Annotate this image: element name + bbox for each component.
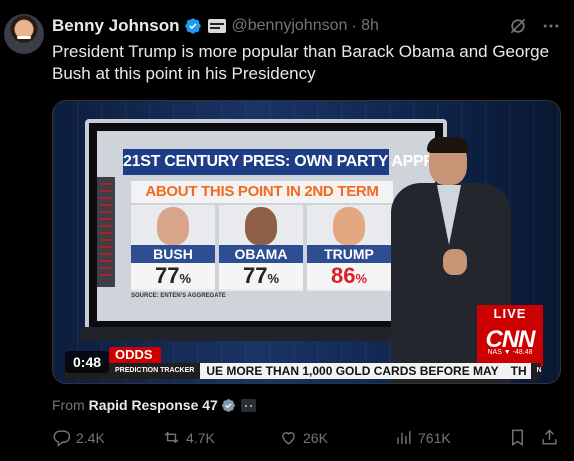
grok-icon[interactable] — [508, 16, 528, 36]
cnn-logo: CNN — [477, 323, 543, 367]
president-name: TRUMP — [307, 245, 391, 263]
avatar[interactable] — [4, 14, 44, 54]
from-attribution: From Rapid Response 47 — [52, 397, 256, 413]
president-panel-trump: TRUMP 86% — [307, 205, 391, 291]
approval-value: 77% — [219, 263, 303, 289]
like-icon — [282, 432, 295, 445]
reply-icon — [53, 430, 71, 447]
obama-photo — [245, 207, 277, 245]
views-icon — [397, 431, 411, 444]
tweet-text: President Trump is more popular than Bar… — [52, 42, 550, 83]
live-badge: LIVE — [477, 305, 543, 323]
more-icon[interactable] — [540, 16, 562, 36]
approval-value: 86% — [307, 263, 391, 289]
screen-sidebar — [97, 177, 115, 287]
screen-stand — [81, 327, 411, 341]
affiliate-badge-icon[interactable] — [240, 398, 256, 412]
screen-title: 21ST CENTURY PRES: OWN PARTY APPROVAL — [123, 149, 435, 175]
from-source-link[interactable]: Rapid Response 47 — [89, 397, 218, 413]
verified-icon — [184, 18, 201, 34]
repost-count: 4.7K — [186, 429, 215, 446]
screen-graphic: 21ST CENTURY PRES: OWN PARTY APPROVAL AB… — [97, 131, 435, 321]
video-duration: 0:48 — [65, 351, 110, 373]
bush-photo — [157, 207, 189, 245]
author-name[interactable]: Benny Johnson — [52, 16, 180, 36]
bookmark-button[interactable] — [508, 428, 532, 447]
graphic-source: SOURCE: ENTEN'S AGGREGATE — [131, 293, 226, 299]
president-panel-obama: OBAMA 77% — [219, 205, 303, 291]
ticker-network: NEWS CENTRAL — [530, 363, 541, 379]
reply-button[interactable]: 2.4K — [52, 428, 105, 447]
from-label: From — [52, 397, 85, 413]
reply-count: 2.4K — [76, 429, 105, 446]
bookmark-icon — [512, 429, 523, 446]
president-panel-bush: BUSH 77% — [131, 205, 215, 291]
separator-dot: · — [351, 16, 358, 35]
market-line: NAS ▼ -48.48 — [487, 349, 533, 356]
repost-icon — [164, 431, 179, 444]
trump-photo — [333, 207, 365, 245]
tweet-header: Benny Johnson @bennyjohnson · 8h — [52, 16, 379, 36]
screen-subtitle: ABOUT THIS POINT IN 2ND TERM — [131, 181, 393, 203]
action-bar: 2.4K 4.7K 26K 761K — [52, 428, 567, 450]
verified-icon — [221, 398, 235, 412]
president-name: OBAMA — [219, 245, 303, 263]
like-count: 26K — [303, 429, 328, 446]
author-handle[interactable]: @bennyjohnson — [232, 17, 348, 35]
share-button[interactable] — [540, 428, 564, 447]
views-button[interactable]: 761K — [394, 428, 451, 447]
president-name: BUSH — [131, 245, 215, 263]
like-button[interactable]: 26K — [279, 428, 328, 447]
views-count: 761K — [418, 429, 451, 446]
news-ticker: PREDICTION TRACKER UE MORE THAN 1,000 GO… — [65, 363, 541, 379]
ticker-text: UE MORE THAN 1,000 GOLD CARDS BEFORE MAY — [206, 364, 499, 378]
approval-value: 77% — [131, 263, 215, 289]
odds-label: ODDS — [109, 347, 161, 363]
video-player[interactable]: 21ST CENTURY PRES: OWN PARTY APPROVAL AB… — [52, 100, 561, 384]
ticker-next: TH — [510, 364, 527, 378]
share-icon — [542, 429, 557, 445]
repost-button[interactable]: 4.7K — [162, 428, 215, 447]
timestamp[interactable]: 8h — [361, 17, 379, 35]
affiliate-badge-icon[interactable] — [207, 19, 226, 33]
